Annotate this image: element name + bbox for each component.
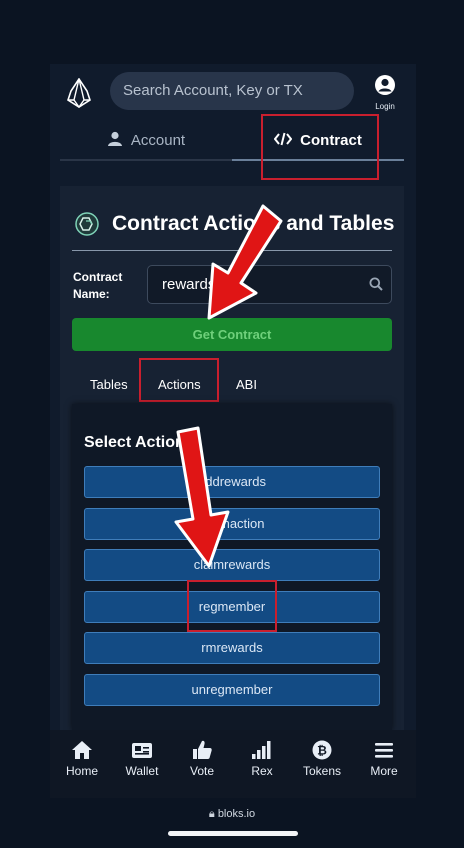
- tab-tables[interactable]: Tables: [90, 366, 128, 404]
- nav-vote[interactable]: Vote: [172, 738, 232, 778]
- nav-wallet-label: Wallet: [125, 764, 159, 778]
- hamburger-menu-icon: [375, 743, 393, 758]
- thumbs-up-icon: [193, 740, 212, 759]
- contract-name-input[interactable]: rewards: [147, 265, 392, 304]
- nav-tokens[interactable]: ₿ Tokens: [292, 738, 352, 778]
- nav-more[interactable]: More: [354, 738, 414, 778]
- sub-tabs: Tables Actions ABI: [72, 366, 392, 404]
- get-contract-button[interactable]: Get Contract: [72, 318, 392, 351]
- search-input[interactable]: Search Account, Key or TX: [110, 72, 354, 110]
- home-indicator[interactable]: [168, 831, 298, 836]
- contract-card: Contract Actions and Tables Contract Nam…: [60, 186, 404, 798]
- bitcoin-icon: ₿: [312, 740, 332, 760]
- bottom-nav: Home Wallet Vote Rex ₿ Tokens More: [50, 730, 416, 798]
- tab-account[interactable]: Account: [60, 126, 232, 160]
- action-button-claimaction[interactable]: claimaction: [84, 508, 380, 540]
- action-button-rmrewards[interactable]: rmrewards: [84, 632, 380, 664]
- action-button-regmember[interactable]: regmember: [84, 591, 380, 623]
- eos-logo-icon[interactable]: [66, 78, 92, 108]
- nav-wallet[interactable]: Wallet: [112, 738, 172, 778]
- nav-rex[interactable]: Rex: [232, 738, 292, 778]
- signal-bars-icon: [252, 741, 271, 759]
- svg-text:₿: ₿: [317, 744, 327, 758]
- select-action-title: Select Action: [84, 434, 185, 451]
- highlight-box-contract: [261, 114, 379, 180]
- nav-vote-label: Vote: [189, 764, 215, 778]
- highlight-box-actions: [139, 358, 219, 402]
- tab-underline: [60, 159, 232, 161]
- nav-home-label: Home: [65, 764, 98, 778]
- login-button[interactable]: Login: [368, 74, 402, 111]
- nav-rex-label: Rex: [251, 764, 273, 778]
- divider: [72, 250, 392, 251]
- action-button-unregmember[interactable]: unregmember: [84, 674, 380, 706]
- action-button-claimrewards[interactable]: claimrewards: [84, 549, 380, 581]
- nav-tokens-label: Tokens: [302, 764, 342, 778]
- nav-more-label: More: [370, 764, 398, 778]
- action-button-addrewards[interactable]: addrewards: [84, 466, 380, 498]
- person-icon: [107, 131, 122, 146]
- home-icon: [72, 741, 92, 759]
- card-title: Contract Actions and Tables: [112, 212, 395, 235]
- search-icon[interactable]: [369, 277, 383, 291]
- login-label: Login: [375, 102, 395, 111]
- app-container: Search Account, Key or TX Login Account: [50, 64, 416, 798]
- screen: Search Account, Key or TX Login Account: [0, 0, 464, 848]
- contract-name-label: Contract Name:: [73, 270, 123, 301]
- actions-panel: Select Action addrewards claimaction cla…: [72, 404, 392, 730]
- tab-abi[interactable]: ABI: [236, 366, 257, 404]
- lock-icon: 🔒︎: [208, 808, 215, 820]
- nav-home[interactable]: Home: [52, 738, 112, 778]
- tab-account-label: Account: [130, 132, 186, 149]
- url-text: bloks.io: [217, 808, 256, 820]
- user-circle-icon: [375, 75, 395, 95]
- contract-hexagon-icon: [75, 212, 99, 236]
- url-bar[interactable]: 🔒︎ bloks.io: [0, 808, 464, 821]
- wallet-icon: [132, 743, 152, 758]
